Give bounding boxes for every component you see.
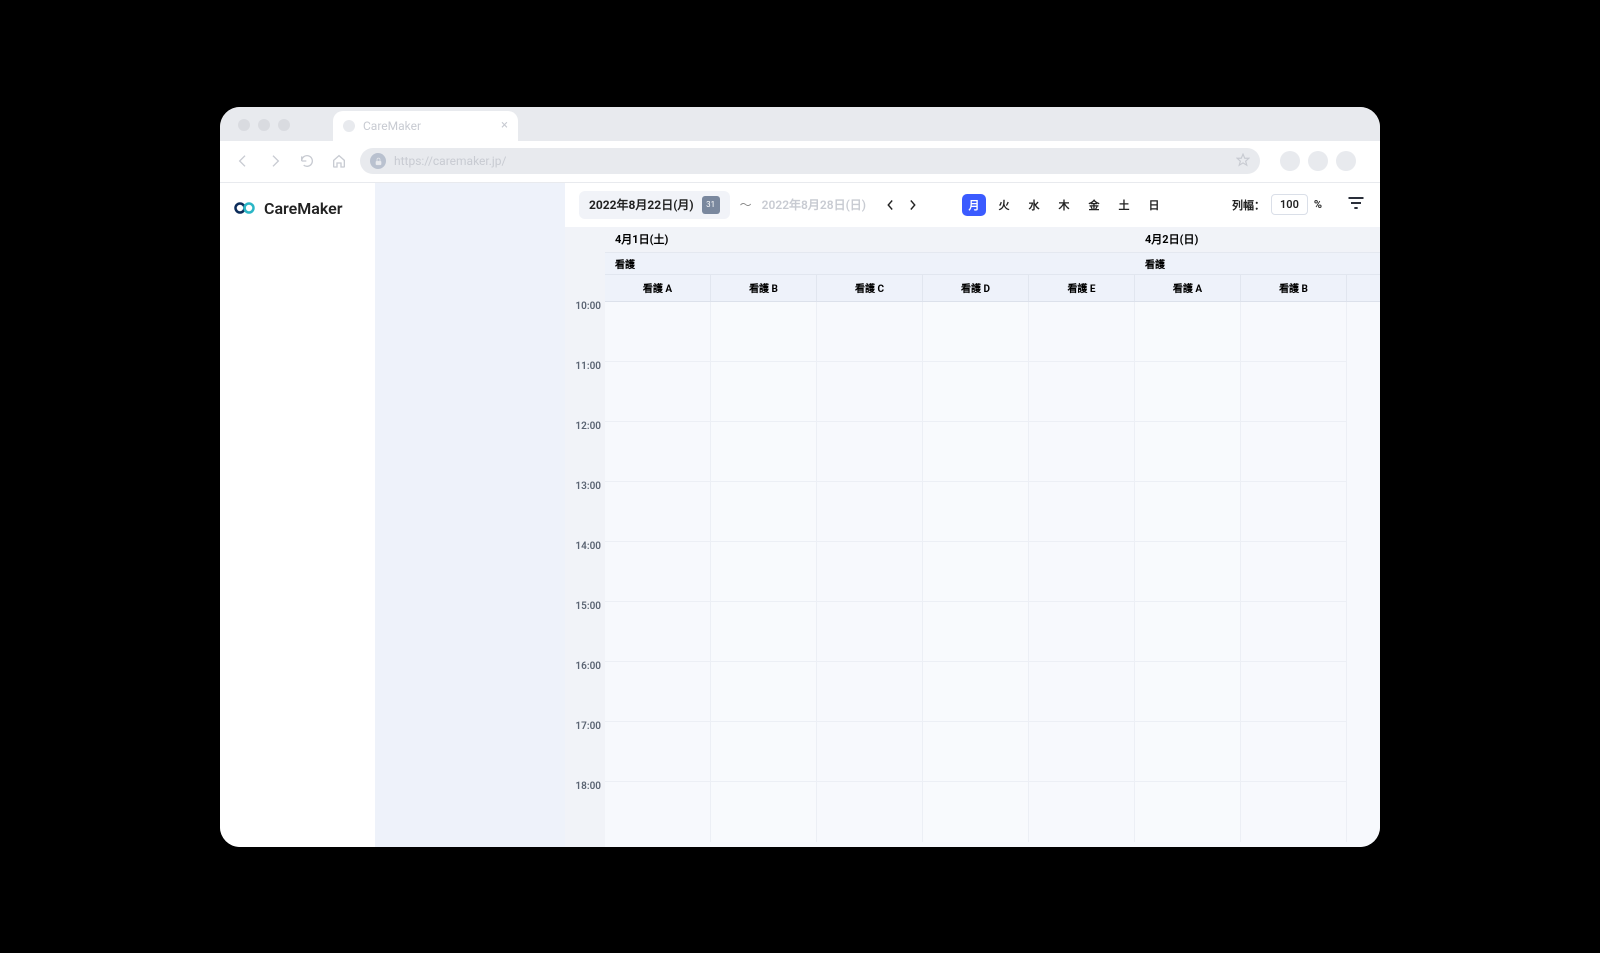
staff-header-cell: 看護 D: [923, 275, 1029, 301]
date-start-picker[interactable]: 2022年8月22日(月) 31: [579, 191, 730, 219]
date-range-separator: 〜: [740, 196, 752, 213]
lock-icon: [370, 153, 386, 169]
day-date: 4月1日(土): [605, 227, 1135, 253]
nav-home-icon[interactable]: [328, 150, 350, 172]
schedule-body: 4月1日(土) 看護 看護 A 看護 B 看護 C 看護 D 看護 E: [605, 227, 1380, 847]
nav-back-icon[interactable]: [232, 150, 254, 172]
nav-forward-icon[interactable]: [264, 150, 286, 172]
logo-icon: [234, 200, 258, 216]
day-column-header-1: 4月1日(土) 看護 看護 A 看護 B 看護 C 看護 D 看護 E: [605, 227, 1135, 302]
time-label: 10:00: [565, 302, 605, 362]
column-width-control: 列幅： 100 %: [1232, 194, 1322, 215]
grid-column: [711, 302, 817, 842]
day-pill-tue[interactable]: 火: [992, 194, 1016, 216]
filter-icon: [1346, 193, 1366, 213]
time-label: 15:00: [565, 602, 605, 662]
day-pill-sat[interactable]: 土: [1112, 194, 1136, 216]
window-close-dot[interactable]: [238, 119, 250, 131]
staff-header-cell: 看護 B: [711, 275, 817, 301]
main-panel: 2022年8月22日(月) 31 〜 2022年8月28日(日) 月 火 水 木…: [565, 183, 1380, 847]
day-pill-wed[interactable]: 水: [1022, 194, 1046, 216]
nav-reload-icon[interactable]: [296, 150, 318, 172]
staff-header-cell: 看護 E: [1029, 275, 1135, 301]
sidebar-secondary: [375, 183, 565, 847]
browser-extensions: [1280, 151, 1356, 171]
app-logo[interactable]: CareMaker: [234, 199, 361, 218]
day-column-header-2: 4月2日(日) 看護 看護 A 看護 B: [1135, 227, 1380, 302]
date-next-button[interactable]: [902, 193, 922, 217]
window-max-dot[interactable]: [278, 119, 290, 131]
day-of-week-selector: 月 火 水 木 金 土 日: [962, 194, 1166, 216]
device-frame: CareMaker × https://caremaker.jp/: [220, 107, 1380, 847]
time-gutter: 10:00 11:00 12:00 13:00 14:00 15:00 16:0…: [565, 227, 605, 847]
filter-button[interactable]: [1346, 193, 1366, 216]
extension-slot[interactable]: [1336, 151, 1356, 171]
grid-column: [923, 302, 1029, 842]
column-width-value[interactable]: 100: [1271, 194, 1308, 215]
extension-slot[interactable]: [1308, 151, 1328, 171]
day-group: 看護: [605, 253, 1135, 275]
time-label: 16:00: [565, 662, 605, 722]
browser-tab-strip: CareMaker ×: [220, 107, 1380, 141]
day-grid-2: [1135, 302, 1380, 842]
grid-column: [1241, 302, 1347, 842]
staff-header-cell: 看護 A: [605, 275, 711, 301]
address-bar[interactable]: https://caremaker.jp/: [360, 148, 1260, 174]
grid-column: [817, 302, 923, 842]
address-url: https://caremaker.jp/: [394, 154, 506, 168]
calendar-icon: 31: [702, 196, 720, 214]
staff-header-row: 看護 A 看護 B 看護 C 看護 D 看護 E: [605, 275, 1135, 302]
day-date: 4月2日(日): [1135, 227, 1380, 253]
tab-title: CareMaker: [363, 119, 421, 133]
staff-header-cell: 看護 C: [817, 275, 923, 301]
day-pill-sun[interactable]: 日: [1142, 194, 1166, 216]
staff-header-cell: 看護 B: [1241, 275, 1347, 301]
day-pill-mon[interactable]: 月: [962, 194, 986, 216]
date-start-value: 2022年8月22日(月): [589, 196, 694, 213]
day-pill-thu[interactable]: 木: [1052, 194, 1076, 216]
controls-bar: 2022年8月22日(月) 31 〜 2022年8月28日(日) 月 火 水 木…: [565, 183, 1380, 227]
sidebar-logo-panel: CareMaker: [220, 183, 375, 847]
date-nav-arrows: [880, 193, 922, 217]
window-controls: [230, 109, 298, 141]
schedule-header: 4月1日(土) 看護 看護 A 看護 B 看護 C 看護 D 看護 E: [605, 227, 1380, 302]
schedule-grid[interactable]: [605, 302, 1380, 842]
tab-favicon: [343, 120, 355, 132]
logo-text: CareMaker: [264, 199, 343, 218]
date-end-value: 2022年8月28日(日): [762, 196, 866, 213]
schedule-area: 10:00 11:00 12:00 13:00 14:00 15:00 16:0…: [565, 227, 1380, 847]
app-body: CareMaker 2022年8月22日(月) 31 〜 2022年8月28日(…: [220, 183, 1380, 847]
day-pill-fri[interactable]: 金: [1082, 194, 1106, 216]
column-width-label: 列幅：: [1232, 197, 1265, 213]
grid-column: [605, 302, 711, 842]
browser-tab[interactable]: CareMaker ×: [333, 111, 518, 141]
bookmark-star-icon[interactable]: [1236, 153, 1250, 170]
day-grid-1: [605, 302, 1135, 842]
column-width-unit: %: [1314, 198, 1322, 211]
extension-slot[interactable]: [1280, 151, 1300, 171]
date-prev-button[interactable]: [880, 193, 900, 217]
time-label: 11:00: [565, 362, 605, 422]
grid-column: [1029, 302, 1135, 842]
time-label: 18:00: [565, 782, 605, 842]
time-label: 14:00: [565, 542, 605, 602]
browser-toolbar: https://caremaker.jp/: [220, 141, 1380, 183]
time-label: 17:00: [565, 722, 605, 782]
day-group: 看護: [1135, 253, 1380, 275]
grid-column: [1135, 302, 1241, 842]
staff-header-row: 看護 A 看護 B: [1135, 275, 1380, 302]
tab-close-icon[interactable]: ×: [501, 118, 508, 133]
time-label: 12:00: [565, 422, 605, 482]
window-min-dot[interactable]: [258, 119, 270, 131]
staff-header-cell: 看護 A: [1135, 275, 1241, 301]
time-label: 13:00: [565, 482, 605, 542]
